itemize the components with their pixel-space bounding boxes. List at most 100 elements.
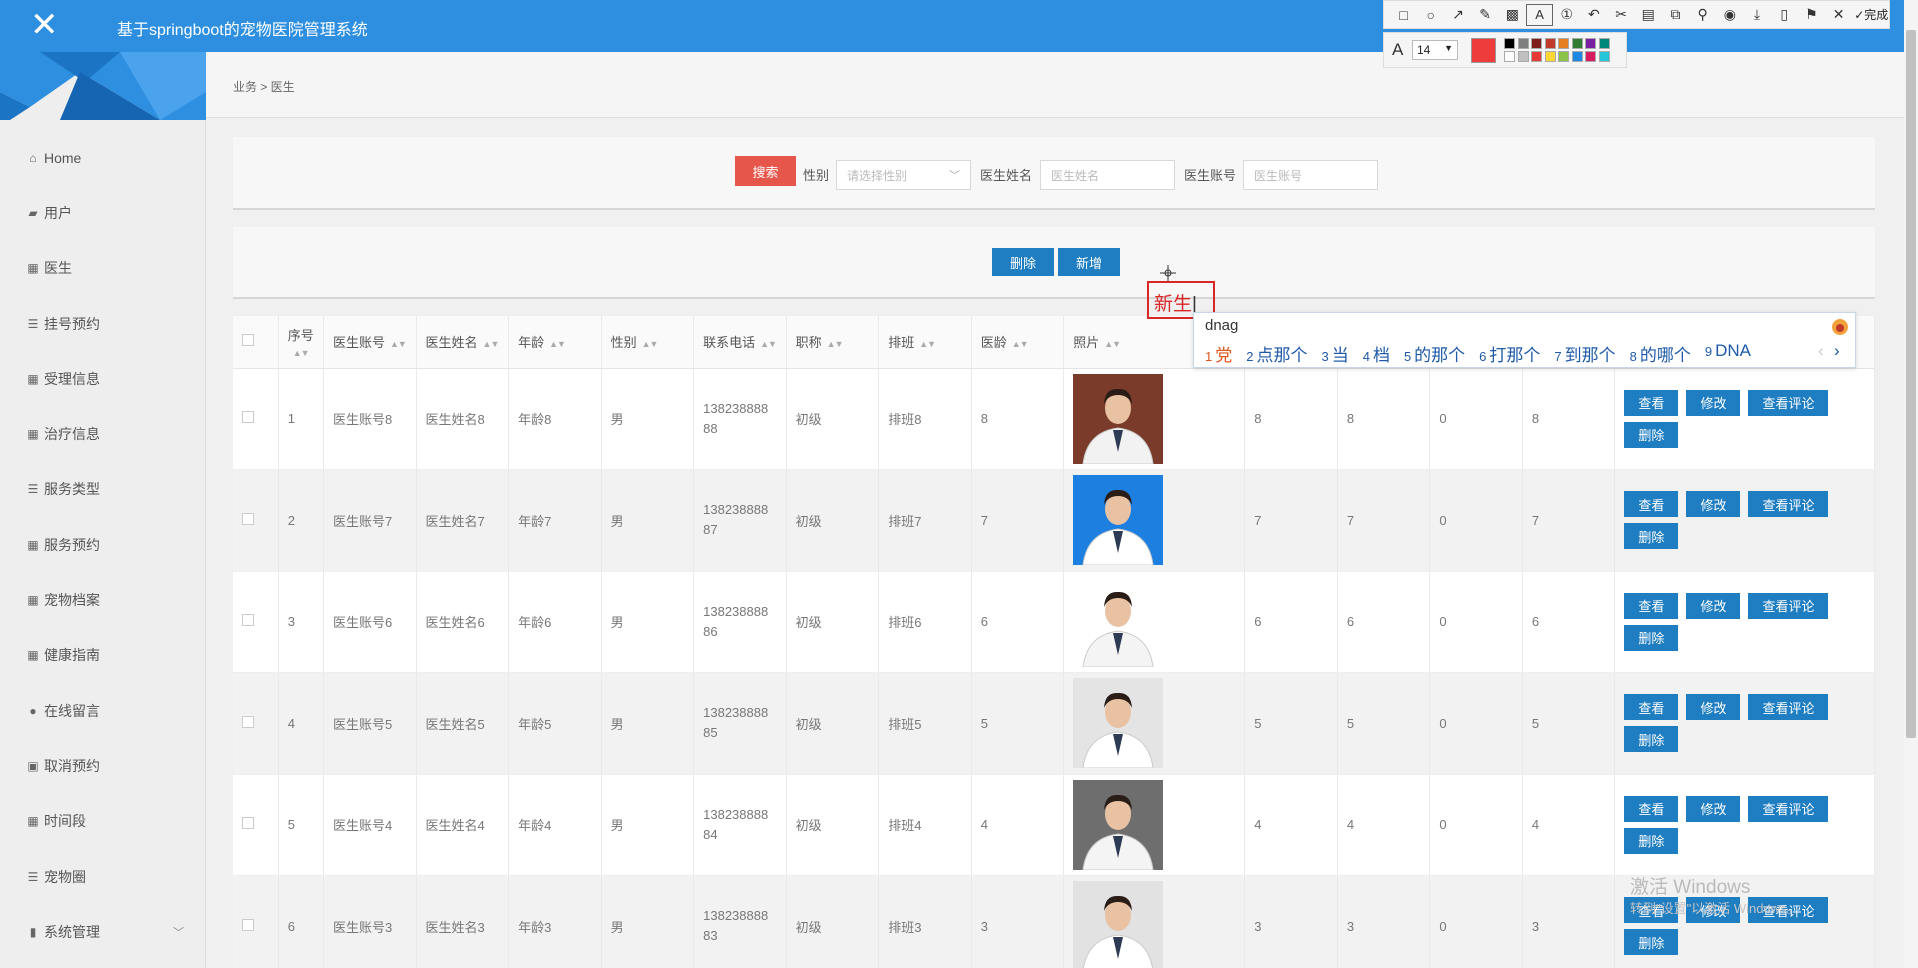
column-header[interactable]: 排班 ▲▼	[878, 316, 972, 369]
color-swatch[interactable]	[1544, 51, 1556, 62]
row-delete-button[interactable]: 删除	[1624, 523, 1679, 550]
view-reviews-button[interactable]: 查看评论	[1748, 795, 1829, 822]
color-swatch[interactable]	[1598, 51, 1610, 62]
column-header[interactable]: 医生账号 ▲▼	[323, 316, 417, 369]
row-delete-button[interactable]: 删除	[1624, 929, 1679, 956]
ime-candidate[interactable]: 3当	[1321, 341, 1348, 366]
color-swatch[interactable]	[1585, 38, 1596, 49]
view-reviews-button[interactable]: 查看评论	[1748, 592, 1829, 619]
sidebar-item-5[interactable]: ▦ 治疗信息	[0, 406, 206, 461]
mosaic-icon[interactable]: ▩	[1499, 4, 1526, 26]
column-header[interactable]: 医生姓名 ▲▼	[416, 316, 510, 369]
ime-candidate[interactable]: 8 的哪个	[1630, 341, 1691, 366]
row-checkbox[interactable]	[242, 715, 254, 728]
sidebar-item-0[interactable]: ⌂ Home	[0, 130, 206, 185]
sort-icon[interactable]: ▲▼	[919, 339, 936, 349]
sidebar-item-11[interactable]: ▣ 取消预约	[0, 738, 206, 793]
ime-candidate[interactable]: 4档	[1363, 341, 1390, 366]
add-button[interactable]: 新增	[1058, 248, 1120, 276]
view-button[interactable]: 查看	[1624, 389, 1679, 416]
column-header[interactable]: 职称 ▲▼	[786, 316, 880, 369]
current-color-swatch[interactable]	[1471, 38, 1496, 63]
ime-next-icon[interactable]: ›	[1834, 341, 1840, 361]
ime-candidate[interactable]: 5 的那个	[1404, 341, 1465, 366]
color-swatch[interactable]	[1517, 51, 1529, 62]
column-header[interactable]: 联系电话 ▲▼	[693, 316, 787, 369]
sidebar-item-12[interactable]: ▦ 时间段	[0, 794, 206, 849]
pen-icon[interactable]: ✎	[1472, 4, 1499, 26]
color-swatch[interactable]	[1531, 51, 1542, 62]
arrow-icon[interactable]: ↗	[1444, 4, 1471, 26]
color-swatch[interactable]	[1504, 38, 1515, 49]
sidebar-item-4[interactable]: ▦ 受理信息	[0, 351, 206, 406]
ime-candidate[interactable]: 6 打那个	[1479, 341, 1540, 366]
color-swatch[interactable]	[1544, 38, 1556, 49]
color-swatch[interactable]	[1571, 38, 1583, 49]
sidebar-item-2[interactable]: ▦ 医生	[0, 241, 206, 296]
sort-icon[interactable]: ▲▼	[293, 348, 310, 358]
column-header[interactable]: 年龄 ▲▼	[508, 316, 602, 369]
sidebar-item-6[interactable]: ☰ 服务类型	[0, 462, 206, 517]
color-swatch[interactable]	[1558, 38, 1569, 49]
view-button[interactable]: 查看	[1624, 795, 1679, 822]
sidebar-item-8[interactable]: ▦ 宠物档案	[0, 572, 206, 627]
color-swatch[interactable]	[1558, 51, 1569, 62]
row-checkbox[interactable]	[242, 512, 254, 525]
scrollbar-thumb[interactable]	[1906, 30, 1916, 738]
row-checkbox[interactable]	[242, 817, 254, 830]
color-swatch[interactable]	[1571, 51, 1583, 62]
view-reviews-button[interactable]: 查看评论	[1748, 389, 1829, 416]
number-icon[interactable]: ①	[1553, 4, 1580, 26]
ime-candidate[interactable]: 7 到那个	[1554, 341, 1615, 366]
sidebar-item-3[interactable]: ☰ 挂号预约	[0, 296, 206, 351]
download-icon[interactable]: ⤓	[1743, 4, 1770, 26]
select-all-checkbox[interactable]	[242, 334, 254, 347]
sidebar-item-9[interactable]: ▦ 健康指南	[0, 628, 206, 683]
view-button[interactable]: 查看	[1624, 491, 1679, 518]
row-delete-button[interactable]: 删除	[1624, 421, 1679, 448]
edit-button[interactable]: 修改	[1686, 491, 1741, 518]
ocr-icon[interactable]: ▤	[1635, 4, 1662, 26]
sort-icon[interactable]: ▲▼	[642, 339, 659, 349]
edit-button[interactable]: 修改	[1686, 389, 1741, 416]
search-button[interactable]: 搜索	[735, 156, 796, 186]
ime-candidate[interactable]: 2 点那个	[1246, 341, 1307, 366]
phone-icon[interactable]: ▯	[1771, 4, 1798, 26]
sidebar-item-1[interactable]: ▰ 用户	[0, 185, 206, 240]
undo-icon[interactable]: ↶	[1580, 4, 1607, 26]
sort-icon[interactable]: ▲▼	[827, 339, 844, 349]
sort-icon[interactable]: ▲▼	[549, 339, 566, 349]
close-icon[interactable]: ✕	[30, 8, 59, 42]
sort-icon[interactable]: ▲▼	[760, 339, 777, 349]
cut-icon[interactable]: ✂	[1608, 4, 1635, 26]
sort-icon[interactable]: ▲▼	[1104, 339, 1121, 349]
sort-icon[interactable]: ▲▼	[1012, 339, 1029, 349]
row-delete-button[interactable]: 删除	[1624, 827, 1679, 854]
view-button[interactable]: 查看	[1624, 592, 1679, 619]
row-checkbox[interactable]	[242, 411, 254, 424]
cancel-icon[interactable]: ✕	[1825, 4, 1852, 26]
view-button[interactable]: 查看	[1624, 694, 1679, 721]
color-swatch[interactable]	[1598, 38, 1610, 49]
bookmark-icon[interactable]: ⚑	[1798, 4, 1825, 26]
color-swatch[interactable]	[1531, 38, 1542, 49]
rectangle-icon[interactable]: □	[1390, 4, 1417, 26]
sidebar-item-13[interactable]: ☰ 宠物圈	[0, 849, 206, 904]
font-size-select[interactable]: 14 ▼	[1412, 40, 1458, 60]
edit-button[interactable]: 修改	[1686, 795, 1741, 822]
sort-icon[interactable]: ▲▼	[390, 339, 407, 349]
color-swatch[interactable]	[1517, 38, 1529, 49]
view-reviews-button[interactable]: 查看评论	[1748, 491, 1829, 518]
font-icon[interactable]: A	[1392, 40, 1403, 60]
batch-delete-button[interactable]: 删除	[992, 248, 1054, 276]
row-delete-button[interactable]: 删除	[1624, 624, 1679, 651]
ellipse-icon[interactable]: ○	[1417, 4, 1444, 26]
gender-select[interactable]: 请选择性别 ﹀	[836, 160, 971, 190]
done-button[interactable]: ✓完成	[1854, 6, 1888, 23]
column-header[interactable]: 序号 ▲▼	[278, 316, 325, 369]
sidebar-item-7[interactable]: ▦ 服务预约	[0, 517, 206, 572]
color-swatch[interactable]	[1504, 51, 1515, 62]
sidebar-item-14[interactable]: ▮ 系统管理 ﹀	[0, 904, 206, 959]
pin-icon[interactable]: ⚲	[1689, 4, 1716, 26]
doctor-account-input[interactable]: 医生账号	[1243, 160, 1378, 190]
